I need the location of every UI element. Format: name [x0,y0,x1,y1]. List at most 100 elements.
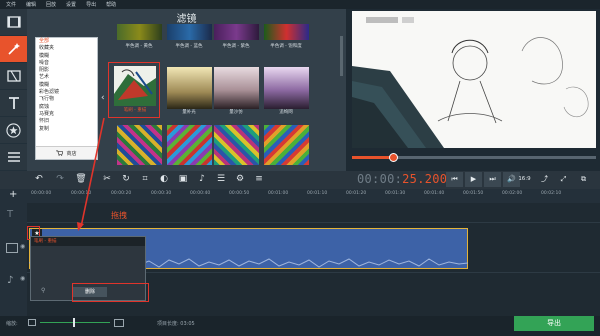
filter-thumb-halftone-purple[interactable] [214,24,259,40]
ruler-tick: 00:01:20 [346,191,367,196]
titles-button[interactable] [0,90,27,117]
zoom-slider-handle[interactable] [73,318,75,327]
shop-label: 商店 [66,150,77,157]
ruler-tick: 00:01:40 [424,191,445,196]
zoom-slider[interactable] [40,322,110,323]
redo-icon[interactable]: ↷ [54,173,66,185]
star-icon [6,122,21,138]
filter-thumb-light[interactable] [167,67,212,109]
undo-icon[interactable]: ↶ [33,173,45,185]
filter-thumb-color-4[interactable] [264,125,309,165]
ruler-tick: 00:01:30 [385,191,406,196]
mute-audio-icon[interactable]: ◉ [20,275,25,282]
list-icon [7,152,20,162]
aspect-ratio-button[interactable]: 16:9 [515,172,534,187]
sliders-icon[interactable]: ≡ [253,173,265,185]
filter-label: 量沙仿 [229,110,243,115]
ruler-tick: 00:01:00 [268,191,289,196]
settings-gear-icon[interactable]: ⚙ [234,173,246,185]
filter-thumb-grid[interactable] [264,67,309,109]
fullscreen-icon[interactable]: ⤢ [555,172,572,187]
magic-wand-icon [7,43,20,55]
timecode-display: 00:00:25.200 [357,172,447,186]
add-track-icon[interactable]: + [9,189,17,200]
menu-bar: 文件 编辑 回放 设置 导出 帮助 [0,0,600,9]
crop-icon[interactable]: ⌗ [139,173,151,185]
ruler-tick: 00:00:20 [111,191,132,196]
category-item[interactable]: 复制 [36,126,97,133]
filter-thumb-halftone-saturation[interactable] [264,24,309,40]
popup-search-icon[interactable]: ⚲ [41,287,45,294]
video-preview [352,11,596,148]
export-button[interactable]: 导出 [514,316,594,331]
ruler-tick: 00:02:10 [541,191,562,196]
filters-button[interactable] [0,36,27,63]
filter-thumb-color-2[interactable] [167,125,212,165]
menu-help[interactable]: 帮助 [106,1,116,8]
skip-back-button[interactable]: ⏮ [446,172,463,187]
menu-edit[interactable]: 编辑 [26,1,36,8]
popup-filter-title: 笔刷 - 重描 [31,237,145,246]
equalizer-icon[interactable]: ☰ [215,173,227,185]
export-frame-icon[interactable]: ⤴ [536,172,553,187]
filter-thumb-sand[interactable] [214,67,259,109]
highlight-box-filter [108,62,160,118]
title-track-icon[interactable]: T [7,209,13,220]
scroll-left-arrow[interactable]: ‹ [101,93,105,103]
project-length: 项目长度: 03:05 [157,321,195,327]
text-t-icon [8,97,19,109]
timeline-ruler[interactable]: + 00:00:00 00:00:10 00:00:20 00:00:30 00… [0,189,600,203]
category-item[interactable]: 飞行物 [36,96,97,103]
microphone-icon[interactable]: ♪ [196,173,208,185]
menu-settings[interactable]: 设置 [66,1,76,8]
more-tools-button[interactable] [0,144,27,171]
ruler-tick: 00:01:50 [463,191,484,196]
transition-icon [6,70,21,82]
category-item[interactable]: 模糊 [36,82,97,89]
cut-icon[interactable]: ✂ [101,173,113,185]
category-item[interactable]: 腐蚀 [36,104,97,111]
stickers-button[interactable] [0,117,27,144]
ruler-tick: 00:00:10 [71,191,92,196]
filter-thumb-color-3[interactable] [214,125,259,165]
color-adjust-icon[interactable]: ◐ [158,173,170,185]
panel-scrollbar[interactable] [340,36,343,76]
zoom-label: 缩放: [6,321,18,327]
image-icon[interactable]: ▣ [177,173,189,185]
video-track-icon[interactable] [6,243,18,253]
filter-thumb-halftone-blue[interactable] [167,24,212,40]
mute-video-icon[interactable]: ◉ [20,243,25,250]
tool-rail [0,9,27,171]
seek-progress [352,156,394,159]
import-media-button[interactable] [0,9,27,36]
status-bar: 缩放: 项目长度: 03:05 [0,316,600,336]
seek-bar[interactable] [352,153,596,162]
timecode-current: 25.200 [402,172,448,186]
music-track-icon[interactable]: ♪ [7,275,13,286]
category-item[interactable]: 怀旧 [36,118,97,125]
detach-icon[interactable]: ⧉ [575,172,592,187]
shop-button[interactable]: 商店 [36,146,97,159]
zoom-out-icon[interactable] [28,319,36,326]
filter-label: 半色调 - 紫色 [222,44,250,49]
category-item[interactable]: 艺术 [36,74,97,81]
category-item[interactable]: 模糊 [36,53,97,60]
filter-thumb-halftone-yellow[interactable] [117,24,162,40]
film-icon [6,16,21,28]
menu-playback[interactable]: 回放 [46,1,56,8]
lane-divider [27,222,600,223]
zoom-in-icon[interactable] [114,319,124,327]
transitions-button[interactable] [0,63,27,90]
category-item[interactable]: 收藏夹 [36,45,97,52]
play-button[interactable]: ▶ [465,172,482,187]
menu-export[interactable]: 导出 [86,1,96,8]
seek-handle[interactable] [389,153,398,162]
ruler-tick: 00:01:10 [307,191,328,196]
delete-icon[interactable]: 🗑 [75,173,87,185]
skip-forward-button[interactable]: ⏭ [484,172,501,187]
rotate-icon[interactable]: ↻ [120,173,132,185]
ruler-tick: 00:02:00 [502,191,523,196]
menu-file[interactable]: 文件 [6,1,16,8]
cart-icon [56,150,64,156]
filter-thumb-color-1[interactable] [117,125,162,165]
